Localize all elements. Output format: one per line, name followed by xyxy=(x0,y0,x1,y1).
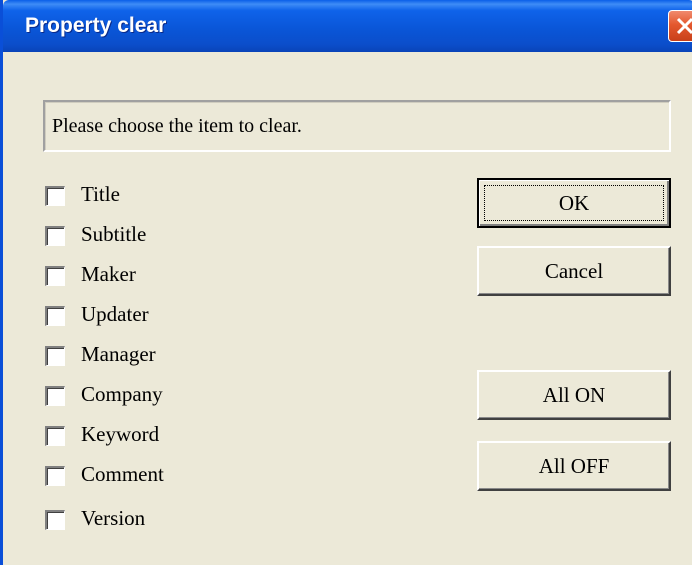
checkbox-box[interactable] xyxy=(45,386,65,406)
property-clear-dialog: Property clear Please choose the item to… xyxy=(0,0,692,565)
checkbox-label: Maker xyxy=(81,262,136,286)
checkbox-label: Title xyxy=(81,182,120,206)
all-off-button-label: All OFF xyxy=(538,453,610,478)
checkbox-box[interactable] xyxy=(45,426,65,446)
cancel-button-label: Cancel xyxy=(544,258,604,283)
all-on-button-label: All ON xyxy=(542,382,606,407)
checkbox-label: Subtitle xyxy=(81,222,147,246)
checkbox-label: Updater xyxy=(81,302,149,326)
all-on-button[interactable]: All ON xyxy=(477,370,671,420)
checkbox-box[interactable] xyxy=(45,306,65,326)
all-off-button[interactable]: All OFF xyxy=(477,441,671,491)
checkbox-label: Version xyxy=(81,506,146,530)
checkbox-label: Manager xyxy=(81,342,156,366)
checkbox-box[interactable] xyxy=(45,510,65,530)
close-icon xyxy=(676,17,692,35)
focus-rectangle xyxy=(484,185,664,221)
checkbox-box[interactable] xyxy=(45,186,65,206)
close-button[interactable] xyxy=(668,10,692,42)
window-title: Property clear xyxy=(25,14,167,37)
checkbox-label: Comment xyxy=(81,462,164,486)
instruction-text: Please choose the item to clear. xyxy=(52,115,302,137)
instruction-box: Please choose the item to clear. xyxy=(43,100,671,152)
checkbox-label: Company xyxy=(81,382,163,406)
checkbox-label: Keyword xyxy=(81,422,160,446)
ok-button[interactable]: OK xyxy=(477,178,671,228)
title-bar[interactable]: Property clear xyxy=(3,0,692,52)
checkbox-box[interactable] xyxy=(45,346,65,366)
checkbox-box[interactable] xyxy=(45,226,65,246)
cancel-button[interactable]: Cancel xyxy=(477,246,671,296)
checkbox-box[interactable] xyxy=(45,266,65,286)
checkbox-box[interactable] xyxy=(45,466,65,486)
